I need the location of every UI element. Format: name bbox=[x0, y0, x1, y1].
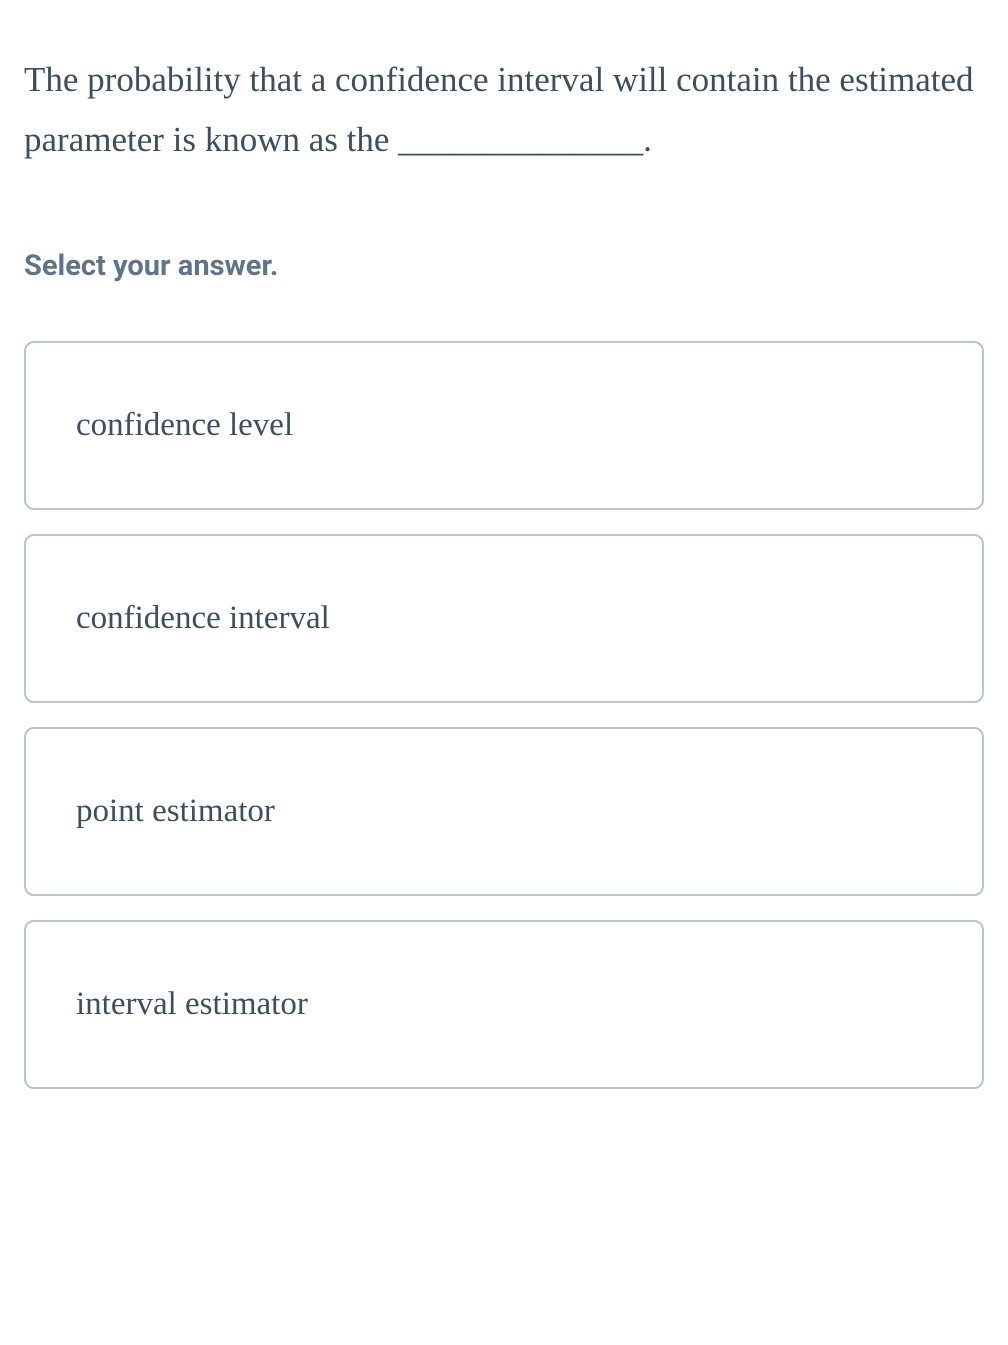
option-label: confidence level bbox=[76, 407, 293, 443]
option-confidence-interval[interactable]: confidence interval bbox=[24, 534, 984, 703]
question-text: The probability that a confidence interv… bbox=[24, 50, 984, 169]
option-point-estimator[interactable]: point estimator bbox=[24, 727, 984, 896]
option-label: point estimator bbox=[76, 793, 275, 829]
option-confidence-level[interactable]: confidence level bbox=[24, 341, 984, 510]
option-label: confidence interval bbox=[76, 600, 330, 636]
instruction-label: Select your answer. bbox=[24, 249, 984, 283]
option-interval-estimator[interactable]: interval estimator bbox=[24, 920, 984, 1089]
options-container: confidence level confidence interval poi… bbox=[24, 341, 984, 1089]
option-label: interval estimator bbox=[76, 986, 308, 1022]
